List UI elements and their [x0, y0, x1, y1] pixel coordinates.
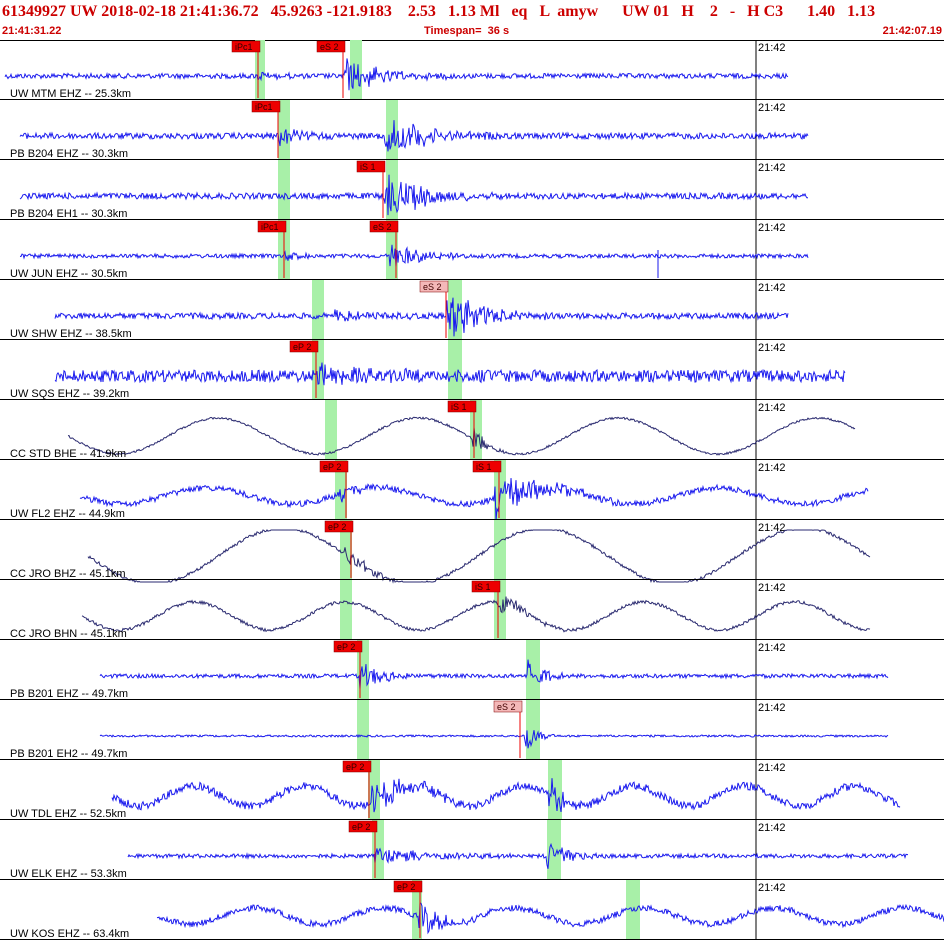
arrival-window-band	[340, 580, 352, 640]
channel-label: PB B201 EH2 -- 49.7km	[10, 748, 127, 760]
waveform-trace	[54, 297, 789, 337]
waveform-trace	[81, 596, 871, 633]
waveform-trace	[19, 244, 809, 278]
event-summary-line: 61349927 UW 2018-02-18 21:41:36.72 45.92…	[2, 3, 876, 20]
phase-pick-flag[interactable]: iPc1	[251, 100, 281, 158]
minute-label: 21:42	[758, 642, 786, 654]
minute-label: 21:42	[758, 582, 786, 594]
arrival-window-band	[448, 340, 462, 400]
channel-label: UW KOS EHZ -- 63.4km	[10, 928, 129, 940]
phase-pick-flag[interactable]: eS 2	[493, 700, 523, 758]
phase-pick-flag[interactable]: eS 2	[419, 280, 449, 338]
pick-label: eS 2	[423, 282, 442, 292]
minute-label: 21:42	[758, 762, 786, 774]
waveform-trace	[19, 174, 809, 216]
pick-label: eP 2	[346, 762, 364, 772]
minute-label: 21:42	[758, 342, 786, 354]
channel-label: PB B204 EH1 -- 30.3km	[10, 208, 127, 220]
minute-label: 21:42	[758, 42, 786, 54]
channel-label: UW SQS EHZ -- 39.2km	[10, 388, 129, 400]
pick-label: iPc1	[235, 42, 253, 52]
waveform-panels[interactable]: 21:42 iPc1 eS 2 UW MTM EHZ -- 25.3km 21:42 iP…	[0, 40, 944, 940]
channel-label: CC JRO BHZ -- 45.1km	[10, 568, 126, 580]
channel-panel[interactable]: 21:42 iS 1 PB B204 EH1 -- 30.3km	[0, 160, 944, 220]
channel-label: UW MTM EHZ -- 25.3km	[10, 88, 131, 100]
event-header: 61349927 UW 2018-02-18 21:41:36.72 45.92…	[0, 0, 944, 41]
minute-label: 21:42	[758, 282, 786, 294]
channel-label: UW JUN EHZ -- 30.5km	[10, 268, 127, 280]
waveform-trace	[4, 58, 789, 91]
waveform-trace	[87, 529, 871, 584]
arrival-window-band	[494, 520, 506, 580]
channel-panel[interactable]: 21:42 iS 1 CC STD BHE -- 41.9km	[0, 400, 944, 460]
minute-label: 21:42	[758, 102, 786, 114]
waveform-trace	[99, 659, 889, 690]
waveform-trace	[111, 778, 901, 813]
minute-label: 21:42	[758, 882, 786, 894]
waveform-trace	[67, 416, 856, 456]
channel-label: UW FL2 EHZ -- 44.9km	[10, 508, 125, 520]
channel-panel[interactable]: 21:42 eS 2 UW SHW EHZ -- 38.5km	[0, 280, 944, 340]
channel-panel[interactable]: 21:42 eS 2 PB B201 EH2 -- 49.7km	[0, 700, 944, 760]
channel-panel[interactable]: 21:42 iPc1 eS 2 UW JUN EHZ -- 30.5km	[0, 220, 944, 280]
channel-label: CC JRO BHN -- 45.1km	[10, 628, 127, 640]
waveform-trace	[127, 842, 909, 869]
minute-label: 21:42	[758, 162, 786, 174]
pick-label: iS 1	[360, 162, 376, 172]
channel-label: UW TDL EHZ -- 52.5km	[10, 808, 126, 820]
pick-label: eP 2	[323, 462, 341, 472]
channel-panel[interactable]: 21:42eP 2CC JRO BHZ -- 45.1km	[0, 520, 944, 584]
window-end-time: 21:42:07.19	[882, 25, 942, 37]
minute-label: 21:42	[758, 402, 786, 414]
minute-label: 21:42	[758, 462, 786, 474]
waveform-trace	[156, 901, 944, 935]
arrival-window-band	[547, 820, 561, 880]
pick-label: eS 2	[373, 222, 392, 232]
pick-label: eP 2	[337, 642, 355, 652]
timespan-label: Timespan= 36 s	[424, 25, 510, 37]
pick-label: iS 1	[476, 462, 492, 472]
pick-label: eP 2	[293, 342, 311, 352]
channel-panel[interactable]: 21:42 eP 2 UW ELK EHZ -- 53.3km	[0, 820, 944, 880]
minute-label: 21:42	[758, 222, 786, 234]
channel-label: PB B201 EHZ -- 49.7km	[10, 688, 128, 700]
pick-label: eS 2	[320, 42, 339, 52]
channel-label: UW SHW EHZ -- 38.5km	[10, 328, 132, 340]
phase-pick-flag[interactable]: eP 2	[342, 760, 372, 818]
pick-label: iS 1	[451, 402, 467, 412]
arrival-window-band	[357, 700, 369, 760]
pick-label: eP 2	[397, 882, 415, 892]
phase-pick-flag[interactable]: iS 1	[356, 160, 386, 218]
channel-panel[interactable]: 21:42 eP 2 UW SQS EHZ -- 39.2km	[0, 340, 944, 400]
pick-label: eP 2	[328, 522, 346, 532]
minute-label: 21:42	[758, 822, 786, 834]
pick-label: iS 1	[475, 582, 491, 592]
pick-label: eS 2	[497, 702, 516, 712]
waveform-trace	[79, 478, 869, 522]
channel-panel[interactable]: 21:42 iS 1 CC JRO BHN -- 45.1km	[0, 580, 944, 640]
channel-panel[interactable]: 21:42 eP 2 PB B201 EHZ -- 49.7km	[0, 640, 944, 700]
arrival-window-band	[526, 640, 540, 700]
arrival-window-band	[312, 280, 324, 340]
channel-panel[interactable]: 21:42 iPc1 PB B204 EHZ -- 30.3km	[0, 100, 944, 160]
channel-label: CC STD BHE -- 41.9km	[10, 448, 126, 460]
channel-panel[interactable]: 21:42 eP 2 iS 1 UW FL2 EHZ -- 44.9km	[0, 460, 944, 522]
minute-label: 21:42	[758, 702, 786, 714]
seismogram-viewer: 61349927 UW 2018-02-18 21:41:36.72 45.92…	[0, 0, 944, 940]
waveform-trace	[19, 120, 809, 152]
arrival-window-band	[350, 40, 362, 100]
arrival-window-band	[278, 160, 290, 220]
phase-pick-flag[interactable]: eS 2	[316, 40, 346, 98]
channel-label: PB B204 EHZ -- 30.3km	[10, 148, 128, 160]
pick-label: iPc1	[261, 222, 279, 232]
waveform-trace	[99, 730, 889, 749]
channel-panel[interactable]: 21:42 eP 2 UW KOS EHZ -- 63.4km	[0, 880, 944, 940]
channel-panel[interactable]: 21:42 iPc1 eS 2 UW MTM EHZ -- 25.3km	[0, 40, 944, 100]
channel-label: UW ELK EHZ -- 53.3km	[10, 868, 127, 880]
pick-label: eP 2	[352, 822, 370, 832]
channel-panel[interactable]: 21:42 eP 2 UW TDL EHZ -- 52.5km	[0, 760, 944, 820]
window-start-time: 21:41:31.22	[2, 25, 62, 37]
arrival-window-band	[526, 700, 540, 760]
pick-label: iPc1	[255, 102, 273, 112]
